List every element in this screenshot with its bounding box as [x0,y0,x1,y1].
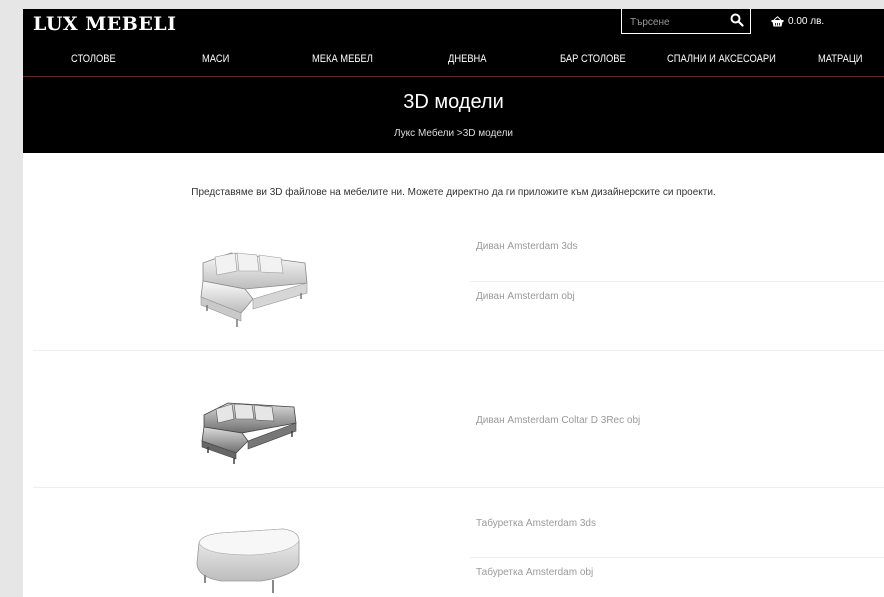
top-bar: LUX MEBELI 0.00 лв. [23,9,884,42]
file-link[interactable]: Табуретка Amsterdam 3ds [476,518,596,529]
cart-total: 0.00 лв. [788,16,825,27]
divider [33,350,884,351]
nav-item-tables[interactable]: МАСИ [202,53,229,65]
nav-item-bar-stools[interactable]: БАР СТОЛОВЕ [560,53,626,65]
breadcrumb-current: 3D модели [462,128,513,139]
breadcrumb: Лукс Мебели >3D модели [23,128,884,139]
divider [470,557,884,558]
cart-button[interactable]: 0.00 лв. [771,16,824,27]
file-link[interactable]: Диван Amsterdam obj [476,291,575,302]
main-nav: СТОЛОВЕ МАСИ МЕКА МЕБЕЛ ДНЕВНА БАР СТОЛО… [23,42,884,77]
file-link[interactable]: Диван Amsterdam 3ds [476,241,577,252]
breadcrumb-home[interactable]: Лукс Мебели [394,128,454,139]
file-link[interactable]: Диван Amsterdam Coltar D 3Rec obj [476,415,640,426]
page-title: 3D модели [403,91,504,113]
search-icon[interactable] [730,13,744,27]
site-logo[interactable]: LUX MEBELI [33,13,177,35]
search-box [621,9,751,34]
nav-item-living-room[interactable]: ДНЕВНА [448,53,487,65]
nav-item-mattresses[interactable]: МАТРАЦИ [818,53,862,65]
basket-icon [771,16,784,27]
intro-text: Представяме ви 3D файлове на мебелите ни… [191,187,716,198]
nav-item-chairs[interactable]: СТОЛОВЕ [71,53,116,65]
search-input[interactable] [628,13,722,31]
divider [33,487,884,488]
breadcrumb-separator: > [454,128,463,139]
corner-sofa-light-image[interactable] [193,241,313,331]
nav-item-bedrooms[interactable]: СПАЛНИ И АКСЕСОАРИ [667,53,776,65]
corner-sofa-dark-image[interactable] [198,393,298,465]
divider [470,281,884,282]
ottoman-image[interactable] [191,523,303,597]
page: LUX MEBELI 0.00 лв. СТОЛОВЕ МАСИ МЕКА МЕ… [23,9,884,597]
nav-item-upholstered[interactable]: МЕКА МЕБЕЛ [312,53,373,65]
page-banner: 3D модели Лукс Мебели >3D модели [23,77,884,153]
file-link[interactable]: Табуретка Amsterdam obj [476,567,593,578]
